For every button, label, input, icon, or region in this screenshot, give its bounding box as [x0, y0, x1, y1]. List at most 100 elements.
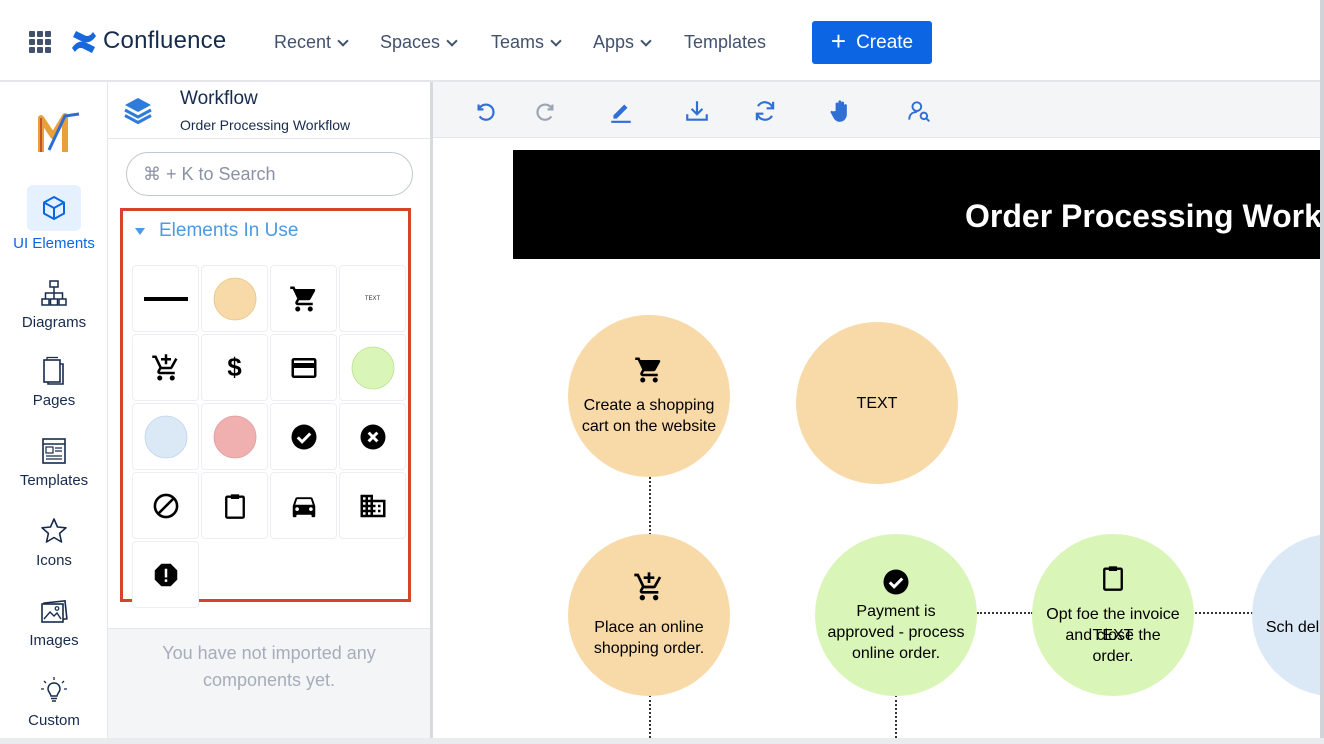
refresh-icon[interactable] [752, 98, 778, 124]
tile-line-element[interactable] [132, 265, 199, 332]
tile-warning-octagon[interactable] [132, 541, 199, 608]
warning-octagon-icon [154, 563, 177, 586]
cart-icon [289, 286, 315, 311]
connector-line[interactable] [649, 695, 651, 738]
workflow-title-banner[interactable]: Order Processing Workflow [513, 150, 1320, 259]
workflow-node-payment-approved[interactable]: Payment is approved - process online ord… [815, 534, 977, 696]
tile-add-cart[interactable] [132, 334, 199, 401]
search-box[interactable] [126, 152, 413, 196]
orange-circle-icon [213, 277, 256, 320]
undo-icon[interactable] [471, 98, 497, 124]
nav-teams-label: Teams [491, 32, 545, 52]
connector-line[interactable] [977, 612, 1033, 614]
rail-item-diagrams[interactable]: Diagrams [0, 278, 108, 331]
layers-icon [124, 98, 152, 124]
top-navigation-bar: Confluence Recent Spaces Teams Apps Temp… [0, 0, 1324, 82]
tile-block[interactable] [132, 472, 199, 539]
chevron-down-icon [640, 34, 652, 47]
rail-item-label: Pages [32, 392, 76, 409]
nav-recent[interactable]: Recent [274, 32, 349, 53]
tile-cart[interactable] [270, 265, 337, 332]
block-icon [153, 493, 178, 518]
search-input[interactable] [143, 163, 396, 185]
panel-title: Workflow [180, 88, 258, 109]
connector-line[interactable] [649, 477, 651, 535]
cube-icon [43, 196, 65, 220]
building-icon [360, 494, 385, 517]
connector-line[interactable] [1195, 612, 1253, 614]
app-switcher-icon[interactable] [29, 31, 51, 53]
hand-pan-icon[interactable] [828, 98, 854, 124]
node-text-overlay: TEXT [1092, 627, 1134, 644]
nav-recent-label: Recent [274, 32, 332, 52]
workflow-node-create-cart[interactable]: Create a shopping cart on the website [568, 315, 730, 477]
tile-blue-circle[interactable] [132, 403, 199, 470]
tile-credit-card[interactable] [270, 334, 337, 401]
tile-dollar[interactable]: $ [201, 334, 268, 401]
lightbulb-icon [41, 677, 67, 702]
rail-item-label: Templates [19, 472, 89, 489]
tile-text-element[interactable]: TEXT [339, 265, 406, 332]
workflow-node-invoice-close[interactable]: Opt foe the invoice and close the order.… [1032, 534, 1194, 696]
check-circle-icon [291, 424, 316, 449]
chevron-down-icon [337, 34, 349, 47]
tile-red-circle[interactable] [201, 403, 268, 470]
nav-templates[interactable]: Templates [684, 32, 766, 53]
tile-green-circle[interactable] [339, 334, 406, 401]
workflow-node-text[interactable]: TEXT [796, 322, 958, 484]
app-logo-icon [38, 112, 80, 152]
nav-spaces-label: Spaces [380, 32, 441, 52]
product-name[interactable]: Confluence [103, 27, 226, 55]
pages-icon [43, 356, 64, 385]
tile-building[interactable] [339, 472, 406, 539]
rail-item-label: UI Elements [13, 235, 95, 252]
elements-in-use-toggle[interactable]: Elements In Use [135, 220, 298, 242]
connector-line[interactable] [895, 695, 897, 738]
workflow-node-schedule-delivery[interactable]: Sch deliver shiping [1252, 534, 1320, 696]
redo-icon[interactable] [534, 98, 560, 124]
cancel-circle-icon [360, 424, 385, 449]
node-label: Sch deliver shiping [1265, 618, 1320, 636]
red-circle-icon [213, 415, 256, 458]
tile-cancel-circle[interactable] [339, 403, 406, 470]
node-label: TEXT [856, 394, 898, 412]
diagram-canvas[interactable]: Order Processing Workflow Create a shopp… [433, 138, 1320, 738]
nav-apps-label: Apps [593, 32, 635, 52]
confluence-logo-icon[interactable] [70, 28, 98, 56]
line-element-icon [143, 296, 188, 301]
tile-orange-circle[interactable] [201, 265, 268, 332]
nav-templates-label: Templates [684, 32, 767, 52]
workflow-node-place-order[interactable]: Place an online shopping order. [568, 534, 730, 696]
panel-subtitle: Order Processing Workflow [180, 117, 351, 133]
bottom-edge [0, 738, 1324, 744]
tile-clipboard[interactable] [201, 472, 268, 539]
dollar-icon: $ [227, 352, 242, 382]
green-circle-icon [351, 346, 394, 389]
tile-car[interactable] [270, 472, 337, 539]
workflow-title: Order Processing Workflow [965, 198, 1320, 234]
node-label: Place an online shopping order. [593, 619, 705, 657]
nav-teams[interactable]: Teams [491, 32, 562, 53]
rail-item-ui-elements[interactable]: UI Elements [0, 185, 108, 252]
plus-icon: + [830, 26, 847, 56]
edit-pen-icon[interactable] [608, 98, 634, 124]
nav-spaces[interactable]: Spaces [380, 32, 458, 53]
rail-item-templates[interactable]: Templates [0, 436, 108, 489]
rail-item-icons[interactable]: Icons [0, 516, 108, 569]
tile-check-circle[interactable] [270, 403, 337, 470]
window-edge [1320, 0, 1324, 744]
template-icon [42, 438, 66, 464]
canvas-toolbar [433, 82, 1320, 138]
user-search-icon[interactable] [906, 98, 932, 124]
download-icon[interactable] [684, 98, 710, 124]
create-button[interactable]: + Create [812, 21, 932, 64]
elements-in-use-section: Elements In Use TEXT $ [120, 208, 411, 608]
rail-item-custom[interactable]: Custom [0, 676, 108, 729]
rail-item-images[interactable]: Images [0, 596, 108, 649]
image-icon [41, 600, 68, 623]
add-cart-icon [634, 572, 662, 601]
rail-item-pages[interactable]: Pages [0, 356, 108, 409]
credit-card-icon [291, 357, 316, 378]
section-title: Elements In Use [159, 220, 299, 241]
nav-apps[interactable]: Apps [593, 32, 652, 53]
